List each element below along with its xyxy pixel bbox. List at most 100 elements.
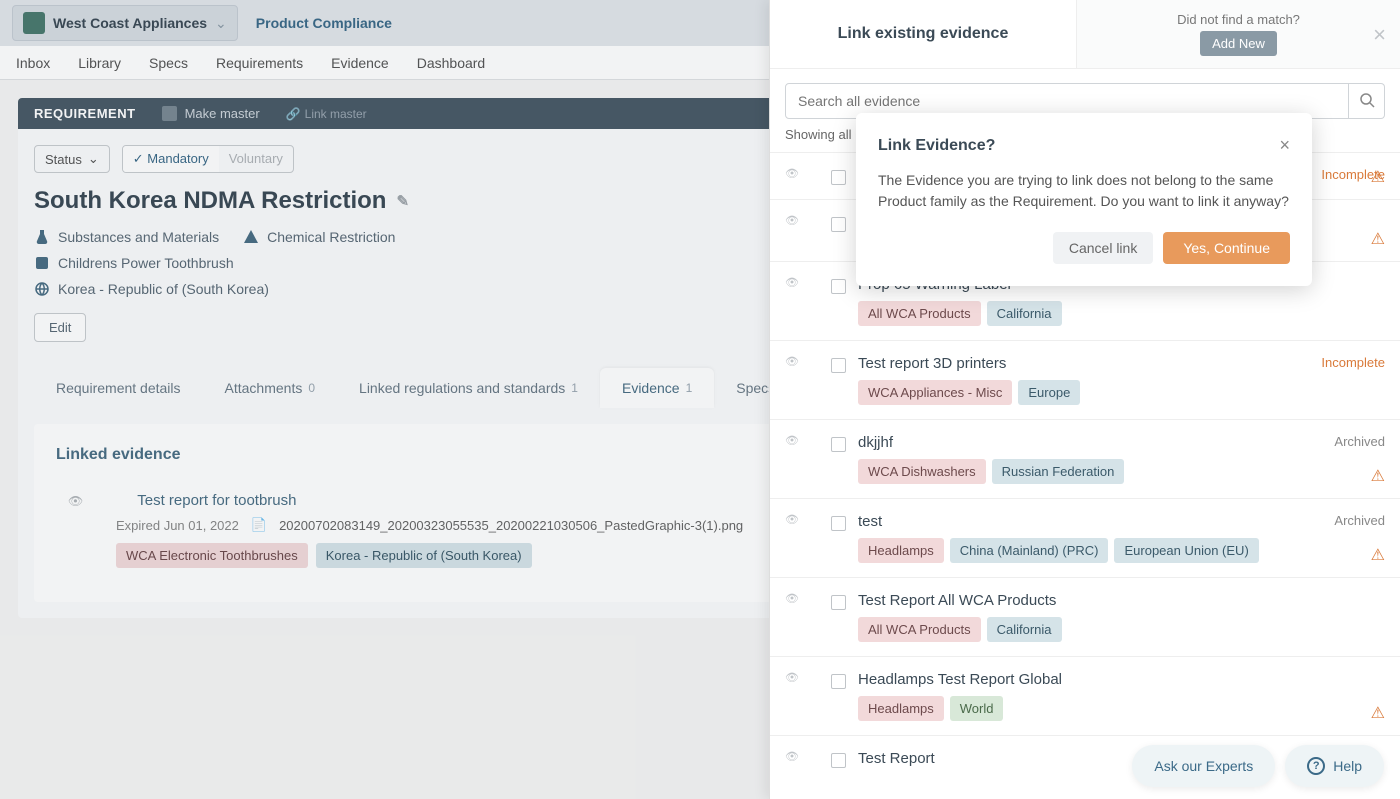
requirement-title: South Korea NDMA Restriction [34,187,386,215]
evidence-checkbox[interactable] [831,437,846,452]
tag: Headlamps [858,538,944,563]
tag: All WCA Products [858,617,981,642]
link-master-button[interactable]: 🔗 Link master [286,107,367,121]
search-icon [1359,92,1375,111]
requirement-header-label: REQUIREMENT [34,106,136,121]
warning-icon: ⚠ [1371,229,1385,249]
evidence-checkbox[interactable] [831,674,846,689]
search-button[interactable] [1349,83,1385,119]
evidence-row-title: Test Report All WCA Products [858,592,1385,609]
eye-icon: 👁 [68,494,83,508]
help-icon: ? [1307,757,1325,775]
evidence-row-title: test [858,513,1385,530]
evidence-row[interactable]: 👁 Test report 3D printers WCA Appliances… [770,340,1400,419]
drawer-title: Link existing evidence [770,0,1077,68]
evidence-row[interactable]: 👁 Headlamps Test Report Global Headlamps… [770,656,1400,735]
edit-button[interactable]: Edit [34,313,86,342]
link-icon: 🔗 [286,107,301,121]
link-master-label: Link master [305,107,367,121]
nav-specs[interactable]: Specs [149,55,188,71]
drawer-header: Link existing evidence Did not find a ma… [770,0,1400,69]
evidence-row[interactable]: 👁 Test Report All WCA Products All WCA P… [770,577,1400,656]
evidence-status: Incomplete [1321,355,1385,370]
voluntary-option[interactable]: Voluntary [219,146,293,172]
nav-evidence[interactable]: Evidence [331,55,389,71]
cancel-link-button[interactable]: Cancel link [1053,232,1153,264]
evidence-row[interactable]: 👁 dkjjhf WCA DishwashersRussian Federati… [770,419,1400,498]
evidence-checkbox[interactable] [831,358,846,373]
tag: California [987,301,1062,326]
evidence-row[interactable]: 👁 test HeadlampsChina (Mainland) (PRC)Eu… [770,498,1400,577]
evidence-row-tags: HeadlampsChina (Mainland) (PRC)European … [858,538,1385,563]
nav-requirements[interactable]: Requirements [216,55,303,71]
tag: Russian Federation [992,459,1125,484]
meta-region: Korea - Republic of (South Korea) [34,281,269,297]
evidence-row-tags: WCA DishwashersRussian Federation [858,459,1385,484]
org-selector[interactable]: West Coast Appliances ⌄ [12,5,238,41]
make-master-checkbox[interactable] [162,106,177,121]
tag: WCA Dishwashers [858,459,986,484]
ask-experts-button[interactable]: Ask our Experts [1132,745,1275,787]
tag: WCA Appliances - Misc [858,380,1012,405]
tab-requirement-details[interactable]: Requirement details [34,368,203,408]
make-master-toggle[interactable]: Make master [162,106,260,121]
close-confirm-icon[interactable]: × [1279,135,1290,156]
meta-product: Childrens Power Toothbrush [34,255,234,271]
evidence-filename: 20200702083149_20200323055535_2020022103… [279,518,743,533]
edit-title-icon[interactable]: ✎ [396,192,409,210]
nav-inbox[interactable]: Inbox [16,55,50,71]
no-match-label: Did not find a match? [1177,12,1300,27]
mandatory-voluntary-toggle[interactable]: Mandatory Voluntary [122,145,294,173]
eye-icon: 👁 [785,513,799,563]
close-drawer-icon[interactable]: × [1373,22,1386,48]
add-new-button[interactable]: Add New [1200,31,1277,56]
nav-dashboard[interactable]: Dashboard [417,55,486,71]
tag: All WCA Products [858,301,981,326]
evidence-expired: Expired Jun 01, 2022 [116,518,239,533]
mandatory-option[interactable]: Mandatory [123,146,219,172]
meta-substances: Substances and Materials [34,229,219,245]
eye-icon: 👁 [785,592,799,642]
warning-icon: ⚠ [1371,167,1385,187]
tag: China (Mainland) (PRC) [950,538,1109,563]
evidence-card-title: Test report for tootbrush [137,492,296,509]
file-icon: 📄 [251,517,267,533]
help-chips: Ask our Experts ? Help [1132,745,1384,787]
evidence-row-title: Headlamps Test Report Global [858,671,1385,688]
tab-attachments[interactable]: Attachments0 [203,368,338,408]
eye-icon: 👁 [785,750,799,775]
link-evidence-confirm-popover: Link Evidence? × The Evidence you are tr… [856,113,1312,286]
confirm-message: The Evidence you are trying to link does… [878,170,1290,212]
eye-icon: 👁 [785,276,799,326]
nav-library[interactable]: Library [78,55,121,71]
eye-icon: 👁 [785,671,799,721]
status-label: Status [45,152,82,167]
evidence-checkbox[interactable] [831,279,846,294]
help-button[interactable]: ? Help [1285,745,1384,787]
evidence-checkbox[interactable] [831,753,846,768]
flask-icon [34,229,50,245]
evidence-row-tags: HeadlampsWorld [858,696,1385,721]
tag: World [950,696,1004,721]
warning-icon: ⚠ [1371,703,1385,723]
org-logo [23,12,45,34]
make-master-label: Make master [185,106,260,121]
evidence-row-tags: WCA Appliances - MiscEurope [858,380,1385,405]
evidence-checkbox[interactable] [831,170,846,185]
org-name: West Coast Appliances [53,15,207,31]
eye-icon: 👁 [785,214,799,247]
tab-linked-regulations[interactable]: Linked regulations and standards1 [337,368,600,408]
tab-evidence[interactable]: Evidence1 [600,368,714,408]
yes-continue-button[interactable]: Yes, Continue [1163,232,1290,264]
evidence-row-tags: All WCA ProductsCalifornia [858,301,1385,326]
eye-icon: 👁 [785,434,799,484]
evidence-checkbox[interactable] [831,595,846,610]
tag: Europe [1018,380,1080,405]
evidence-checkbox[interactable] [831,516,846,531]
evidence-status: Archived [1334,513,1385,528]
status-dropdown[interactable]: Status ⌄ [34,145,110,173]
breadcrumb-section[interactable]: Product Compliance [248,15,400,31]
tag: Headlamps [858,696,944,721]
evidence-checkbox[interactable] [831,217,846,232]
chevron-down-icon: ⌄ [215,15,227,32]
